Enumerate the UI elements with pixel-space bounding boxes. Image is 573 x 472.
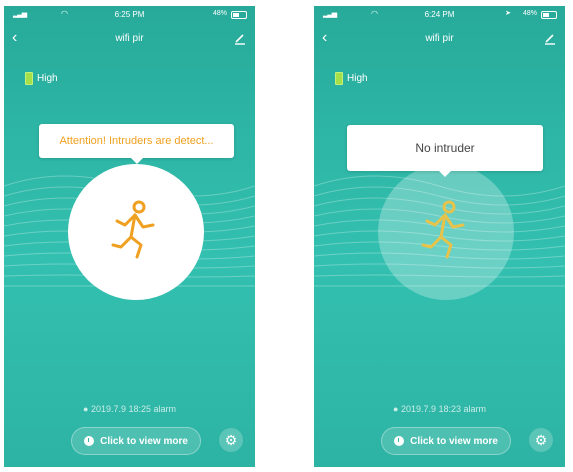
phone-screen-alert: ▂▃▅ ◠ 6:25 PM 48% ‹ wifi pir High Attent… xyxy=(4,6,255,467)
location-arrow-icon: ➤ xyxy=(505,10,511,17)
page-title: wifi pir xyxy=(425,33,454,44)
alarm-text: 2019.7.9 18:23 alarm xyxy=(400,404,486,414)
status-message: Attention! Intruders are detect... xyxy=(59,135,214,147)
battery-level-label: High xyxy=(347,73,368,84)
view-more-button[interactable]: Click to view more xyxy=(71,427,201,455)
settings-gear-icon[interactable]: ⚙ xyxy=(219,428,243,452)
battery-icon xyxy=(231,11,247,19)
battery-icon xyxy=(541,11,557,19)
status-message-bubble: Attention! Intruders are detect... xyxy=(39,124,234,164)
intruder-runner-icon xyxy=(421,200,465,259)
battery-level-label: High xyxy=(37,73,58,84)
intruder-runner-icon xyxy=(111,200,155,259)
status-bar: ▂▃▅ ◠ 6:24 PM ➤ 48% xyxy=(314,6,565,22)
page-title: wifi pir xyxy=(115,33,144,44)
last-alarm-time: ● 2019.7.9 18:23 alarm xyxy=(393,404,486,414)
view-more-label: Click to view more xyxy=(410,435,498,447)
settings-gear-icon[interactable]: ⚙ xyxy=(529,428,553,452)
last-alarm-time: ● 2019.7.9 18:25 alarm xyxy=(83,404,176,414)
battery-percent: 48% xyxy=(522,10,537,17)
phone-screen-normal: ▂▃▅ ◠ 6:24 PM ➤ 48% ‹ wifi pir High No i… xyxy=(314,6,565,467)
device-battery-status: High xyxy=(25,72,58,85)
nav-bar: ‹ wifi pir xyxy=(314,28,565,50)
battery-level-icon xyxy=(335,72,343,85)
view-more-label: Click to view more xyxy=(100,435,188,447)
nav-bar: ‹ wifi pir xyxy=(4,28,255,50)
status-message: No intruder xyxy=(415,141,475,155)
clock-icon xyxy=(394,436,405,446)
alarm-text: 2019.7.9 18:25 alarm xyxy=(90,404,176,414)
device-battery-status: High xyxy=(335,72,368,85)
edit-pencil-icon[interactable] xyxy=(233,31,247,45)
status-bar: ▂▃▅ ◠ 6:25 PM 48% xyxy=(4,6,255,22)
edit-pencil-icon[interactable] xyxy=(543,31,557,45)
battery-percent: 48% xyxy=(212,10,227,17)
battery-level-icon xyxy=(25,72,33,85)
clock-icon xyxy=(84,436,95,446)
status-message-bubble: No intruder xyxy=(347,125,543,177)
view-more-button[interactable]: Click to view more xyxy=(381,427,511,455)
